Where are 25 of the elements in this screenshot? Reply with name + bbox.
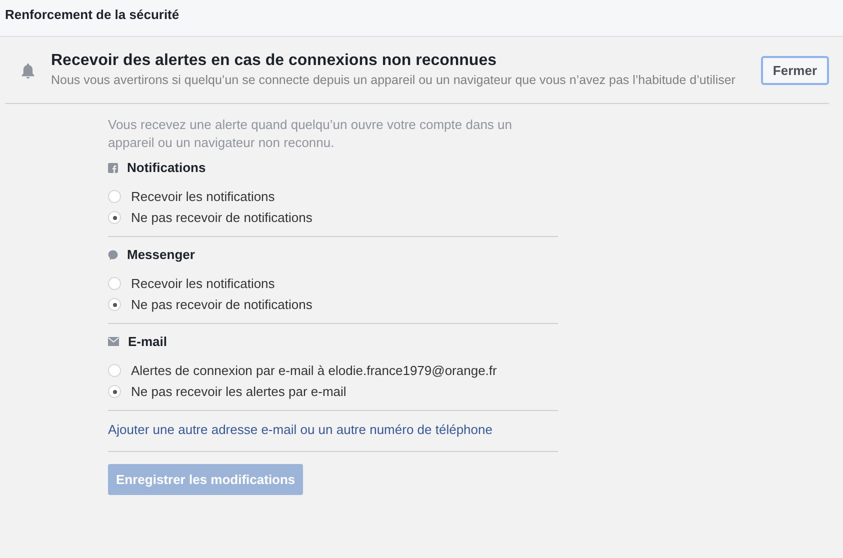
section-title: Messenger — [127, 247, 195, 262]
radio-button[interactable] — [108, 364, 121, 377]
option-label[interactable]: Recevoir les notifications — [131, 276, 275, 291]
facebook-icon — [108, 162, 118, 172]
intro-text: Vous recevez une alerte quand quelqu’un ouvre votre compte dans un appareil ou un navigateur non reconnu. — [108, 116, 513, 152]
radio-button[interactable] — [108, 298, 121, 311]
page-title: Renforcement de la sécurité — [5, 6, 180, 22]
section-title: Notifications — [127, 160, 206, 175]
radio-button[interactable] — [108, 277, 121, 290]
radio-button[interactable] — [108, 190, 121, 203]
option-label[interactable]: Ne pas recevoir de notifications — [131, 297, 312, 312]
bell-icon — [21, 62, 35, 78]
option-label[interactable]: Ne pas recevoir les alertes par e-mail — [131, 384, 346, 399]
close-button[interactable]: Fermer — [760, 56, 829, 85]
radio-button[interactable] — [108, 211, 121, 224]
alert-description: Nous vous avertirons si quelqu’un se connecte depuis un appareil ou un navigateur que vous n’avez pas l’habitude d’utiliser — [51, 72, 736, 89]
add-contact-link[interactable]: Ajouter une autre adresse e-mail ou un autre numéro de téléphone — [108, 422, 492, 437]
option-label[interactable]: Recevoir les notifications — [131, 189, 275, 204]
radio-button[interactable] — [108, 385, 121, 398]
envelope-icon — [108, 337, 119, 346]
alert-title: Recevoir des alertes en cas de connexions non reconnues — [51, 52, 498, 70]
option-label[interactable]: Alertes de connexion par e-mail à elodie.france1979@orange.fr — [131, 363, 497, 378]
chat-bubble-icon — [108, 250, 118, 260]
section-title: E-mail — [128, 334, 168, 349]
option-label[interactable]: Ne pas recevoir de notifications — [131, 210, 312, 225]
